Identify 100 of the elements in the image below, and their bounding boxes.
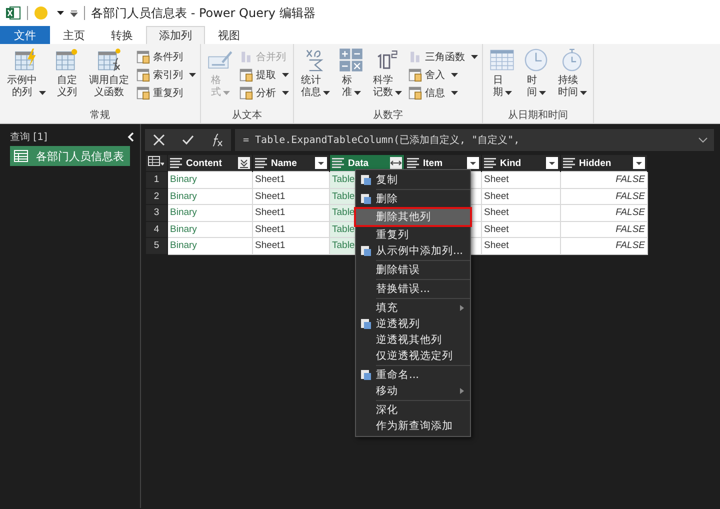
table-cell: FALSE (560, 172, 648, 188)
row-number: 1 (146, 172, 168, 188)
table-cell: FALSE (560, 238, 648, 254)
submenu-arrow-icon (460, 388, 464, 394)
menu-item[interactable]: 逆透视其他列 (356, 332, 470, 348)
ribbon-button[interactable]: 三角函数 (408, 48, 478, 65)
ribbon-button[interactable]: 舍入 (408, 66, 478, 83)
clock-icon (523, 47, 549, 73)
check-icon[interactable] (182, 135, 194, 145)
type-icon (563, 158, 575, 168)
column-header[interactable]: Name (252, 155, 330, 172)
ribbon-button[interactable]: 示例中的列 (4, 46, 48, 109)
formula-text: = Table.ExpandTableColumn(已添加自定义, "自定义", (243, 134, 520, 147)
caret-icon (505, 91, 512, 95)
ribbon-button[interactable]: 索引列 (136, 66, 196, 83)
filter-dropdown[interactable] (633, 157, 645, 169)
function-icon[interactable] (210, 133, 223, 147)
caret-icon (282, 90, 289, 94)
ribbon-button[interactable]: 提取 (239, 66, 289, 83)
menu-item[interactable]: 深化 (356, 402, 470, 418)
table-cell: Sheet (482, 172, 560, 188)
menu-item-icon (360, 369, 372, 381)
menu-item[interactable]: 移动 (356, 383, 470, 399)
caret-icon (282, 72, 289, 76)
table-cell: Binary (168, 238, 252, 254)
menu-item[interactable]: 删除错误 (356, 262, 470, 278)
column-icon (408, 68, 422, 82)
row-number: 3 (146, 204, 168, 221)
ribbon-button[interactable]: 自定义列 (52, 46, 82, 109)
filter-dropdown[interactable] (315, 157, 327, 169)
caret-icon (354, 91, 361, 95)
menu-item[interactable]: 作为新查询添加 (356, 418, 470, 434)
table-cell: Binary (168, 172, 252, 188)
table-cell: Sheet (482, 204, 560, 221)
ribbon-button[interactable]: 条件列 (136, 48, 196, 65)
table-cell: Sheet (482, 238, 560, 254)
menu-item[interactable]: 仅逆透视选定列 (356, 348, 470, 364)
expand-icon[interactable] (698, 137, 708, 143)
menu-item[interactable]: 替换错误... (356, 281, 470, 297)
table-cell: Binary (168, 188, 252, 204)
table-cell: Binary (168, 221, 252, 238)
ribbon-button[interactable]: 日期 (487, 46, 517, 109)
menu-item-icon (360, 245, 372, 257)
caret-icon (451, 90, 458, 94)
customize-toolbar-icon[interactable] (70, 10, 78, 16)
table-cell: FALSE (560, 204, 648, 221)
group-label: 从日期和时间 (507, 109, 569, 123)
table-icon (14, 150, 28, 162)
table-cell: Sheet1 (252, 221, 330, 238)
ribbon-button[interactable]: 分析 (239, 84, 289, 101)
menu-item[interactable]: 逆透视列 (356, 316, 470, 332)
column-header[interactable]: Hidden (560, 155, 648, 172)
ribbon-button[interactable]: 信息 (408, 84, 478, 101)
caret-icon (539, 91, 546, 95)
table-cell: Sheet1 (252, 204, 330, 221)
ribbon-button[interactable]: 科学记数 (370, 46, 404, 109)
cancel-icon[interactable] (153, 134, 166, 146)
group-label: 常规 (89, 109, 111, 123)
expand-icon[interactable] (390, 157, 402, 169)
submenu-arrow-icon (460, 305, 464, 311)
table-menu-icon[interactable] (146, 155, 168, 172)
caret-icon (323, 91, 330, 95)
table-cell: Sheet (482, 188, 560, 204)
filter-dropdown[interactable] (546, 157, 558, 169)
column-icon (136, 68, 150, 82)
ribbon-tab[interactable]: 视图 (205, 26, 253, 44)
ribbon-tab[interactable]: 转换 (98, 26, 146, 44)
type-icon (407, 158, 419, 168)
table-cell: Sheet1 (252, 172, 330, 188)
column-icon (136, 86, 150, 100)
queries-title: 查询 [1] (10, 130, 48, 144)
type-icon (255, 158, 267, 168)
column-header[interactable]: Content (168, 155, 252, 172)
ribbon-tab[interactable]: 文件 (0, 26, 50, 44)
menu-item[interactable]: 填充 (356, 300, 470, 316)
ribbon-tab[interactable]: 主页 (50, 26, 98, 44)
ribbon-button[interactable]: 持续时间 (555, 46, 589, 109)
query-item[interactable]: 各部门人员信息表 (10, 146, 130, 166)
collapse-icon[interactable] (127, 132, 134, 142)
group-label: 从文本 (231, 109, 263, 123)
column-icon (239, 68, 253, 82)
column-icon (239, 86, 253, 100)
column-header[interactable]: Kind (482, 155, 560, 172)
table-cell: FALSE (560, 188, 648, 204)
ribbon-button[interactable]: 时间 (521, 46, 551, 109)
menu-item[interactable]: 删除其他列 (356, 209, 470, 225)
filter-dropdown[interactable] (467, 157, 479, 169)
table-cell: Sheet1 (252, 188, 330, 204)
ribbon-button[interactable]: 标准 (336, 46, 366, 109)
ribbon-tab[interactable]: 添加列 (146, 26, 205, 44)
group-label: 从数字 (372, 109, 404, 123)
caret-icon (39, 91, 46, 95)
ribbon-button[interactable]: 重复列 (136, 84, 196, 101)
row-number: 2 (146, 188, 168, 204)
expand-icon[interactable] (238, 157, 250, 169)
table-icon (96, 47, 122, 73)
menu-item[interactable]: 重命名... (356, 367, 470, 383)
row-number: 5 (146, 238, 168, 254)
ribbon-button[interactable]: 统计信息 (298, 46, 332, 109)
ribbon-button[interactable]: 调用自定义函数 (86, 46, 132, 109)
